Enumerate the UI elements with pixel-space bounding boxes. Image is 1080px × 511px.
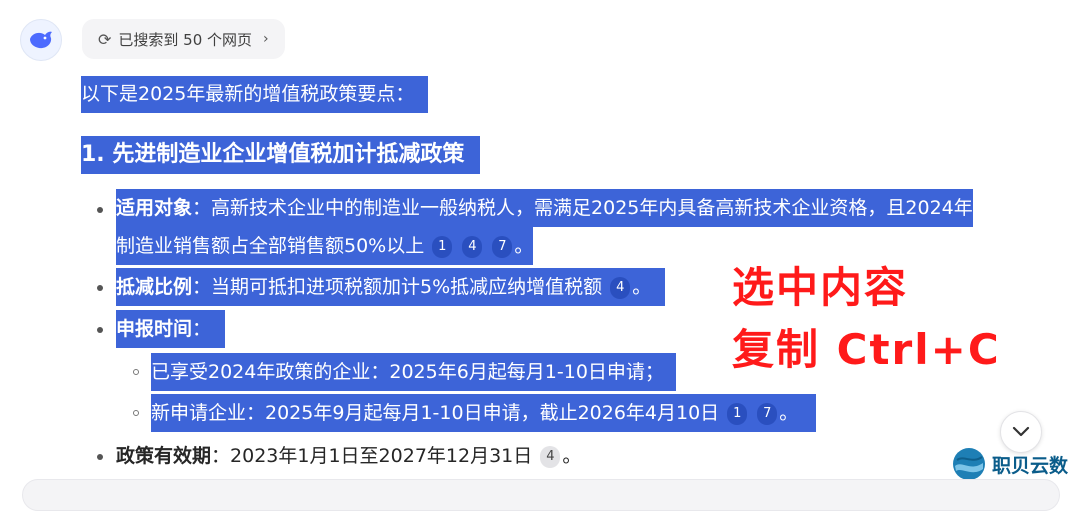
sub-list-item: 新申请企业：2025年9月起每月1-10日申请，截止2026年4月10日 1 7… xyxy=(151,394,817,432)
section-heading: 1. 先进制造业企业增值税加计抵减政策 xyxy=(81,136,481,174)
item-key: 适用对象 xyxy=(116,197,193,219)
intro-text: 以下是2025年最新的增值税政策要点： xyxy=(81,76,429,113)
bullet-dot xyxy=(97,207,103,213)
item-key: 抵减比例 xyxy=(116,276,193,298)
item-key: 政策有效期 xyxy=(116,445,212,467)
item-text: 当期可抵扣进项税额加计5%抵减应纳增值税额 xyxy=(211,276,603,298)
watermark-logo-icon xyxy=(953,448,985,480)
list-item: 抵减比例：当期可抵扣进项税额加计5%抵减应纳增值税额 4。 xyxy=(116,268,666,306)
list-item-continuation: 制造业销售额占全部销售额50%以上 1 4 7。 xyxy=(116,227,534,265)
citation-badge[interactable]: 7 xyxy=(492,235,513,258)
citation-badge[interactable]: 4 xyxy=(610,276,631,299)
item-text: 制造业销售额占全部销售额50%以上 xyxy=(116,235,425,257)
sub-bullet-circle xyxy=(133,410,139,416)
bullet-dot xyxy=(97,327,103,333)
watermark-text: 职贝云数 xyxy=(992,454,1069,477)
sub-list-item: 已享受2024年政策的企业：2025年6月起每月1-10日申请； xyxy=(151,353,676,391)
citation-badge[interactable]: 4 xyxy=(462,235,483,258)
list-item: 适用对象：高新技术企业中的制造业一般纳税人，需满足2025年内具备高新技术企业资… xyxy=(116,189,973,227)
item-key: 申报时间 xyxy=(116,318,193,340)
item-text: 高新技术企业中的制造业一般纳税人，需满足2025年内具备高新技术企业资格，且20… xyxy=(211,197,973,219)
search-results-label: 已搜索到 50 个网页 xyxy=(118,30,253,49)
annotation-select-content: 选中内容 xyxy=(732,263,909,312)
item-text: 2023年1月1日至2027年12月31日 xyxy=(230,445,533,467)
sub-bullet-circle xyxy=(133,369,139,375)
citation-badge[interactable]: 1 xyxy=(432,235,453,258)
bullet-dot xyxy=(97,454,103,460)
assistant-avatar xyxy=(20,19,62,61)
sub-item-text: 新申请企业：2025年9月起每月1-10日申请，截止2026年4月10日 xyxy=(151,402,720,424)
search-results-button[interactable]: ⟳ 已搜索到 50 个网页 › xyxy=(82,19,285,59)
citation-badge[interactable]: 4 xyxy=(540,445,561,468)
watermark: 职贝云数 xyxy=(952,447,1068,481)
whale-logo-icon xyxy=(30,31,52,49)
sub-item-text: 已享受2024年政策的企业：2025年6月起每月1-10日申请； xyxy=(151,361,664,383)
list-item: 申报时间： xyxy=(116,310,226,348)
chevron-right-icon: › xyxy=(263,31,269,47)
chat-input-box[interactable] xyxy=(22,479,1060,511)
chevron-down-icon xyxy=(1012,426,1030,437)
list-item: 政策有效期：2023年1月1日至2027年12月31日 4。 xyxy=(116,445,582,468)
search-refresh-icon: ⟳ xyxy=(98,29,112,49)
citation-badge[interactable]: 1 xyxy=(727,402,748,425)
citation-badge[interactable]: 7 xyxy=(757,402,778,425)
annotation-copy-shortcut: 复制 Ctrl+C xyxy=(732,325,1001,374)
bullet-dot xyxy=(97,285,103,291)
